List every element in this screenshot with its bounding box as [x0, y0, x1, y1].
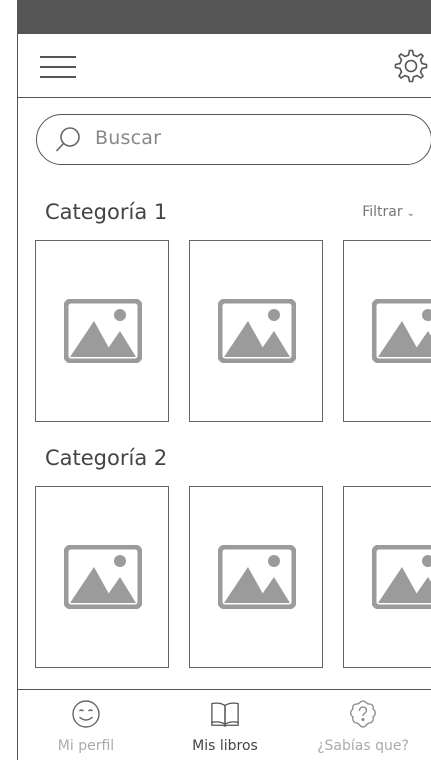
image-placeholder-icon: [64, 299, 142, 363]
section-title: Categoría 1: [45, 200, 168, 224]
app-frame: Buscar Categoría 1 Filtrar⌄ Categoría 2: [17, 0, 431, 760]
open-book-icon: [211, 702, 239, 727]
filter-dropdown[interactable]: Filtrar ⌄: [362, 204, 415, 220]
bottom-tab-bar: Mi perfil Mis libros ¿Sabías que?: [18, 689, 431, 760]
search-placeholder: Buscar: [95, 127, 162, 149]
gear-icon[interactable]: [393, 48, 429, 84]
image-placeholder-icon: [218, 299, 296, 363]
search-field[interactable]: Buscar: [36, 114, 431, 165]
tab-label: ¿Sabías que?: [317, 738, 409, 754]
image-placeholder-icon: [218, 545, 296, 609]
tab-label: Mis libros: [192, 738, 258, 754]
book-card[interactable]: [189, 486, 323, 668]
tab-sabias-que[interactable]: ¿Sabías que?: [294, 690, 431, 760]
book-card[interactable]: [343, 486, 431, 668]
top-app-bar: [18, 34, 431, 98]
image-placeholder-icon: [372, 545, 431, 609]
question-badge-icon: [350, 700, 376, 728]
filter-label: Filtrar: [362, 204, 403, 220]
book-card[interactable]: [343, 240, 431, 422]
image-placeholder-icon: [372, 299, 431, 363]
tab-mis-libros[interactable]: Mis libros: [156, 690, 294, 760]
tab-mi-perfil[interactable]: Mi perfil: [18, 690, 155, 760]
search-icon: [55, 127, 80, 152]
book-card[interactable]: [189, 240, 323, 422]
smiley-face-icon: [72, 700, 100, 728]
section-title: Categoría 2: [45, 446, 168, 470]
chevron-down-icon: ⌄: [406, 208, 415, 219]
book-card[interactable]: [35, 486, 169, 668]
book-card[interactable]: [35, 240, 169, 422]
image-placeholder-icon: [64, 545, 142, 609]
status-bar: [18, 0, 431, 34]
hamburger-menu-icon[interactable]: [40, 52, 76, 82]
tab-label: Mi perfil: [57, 738, 115, 754]
